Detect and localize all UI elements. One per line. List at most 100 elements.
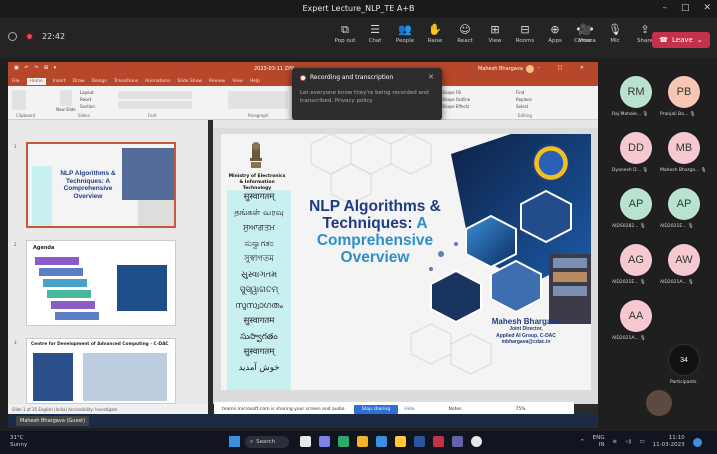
teams-app-icon[interactable] (452, 436, 463, 447)
participants-count[interactable]: 34 (668, 344, 700, 376)
notes-button[interactable]: Notes (448, 407, 461, 412)
tab-review[interactable]: Review (209, 79, 225, 84)
store-icon[interactable] (376, 436, 387, 447)
av-camera-button[interactable]: 🎥 Camera (570, 22, 600, 44)
stop-sharing-button[interactable]: Stop sharing (353, 404, 399, 414)
input-language[interactable]: ENG IN (593, 435, 605, 449)
participant-avatar[interactable]: DD (620, 132, 652, 164)
teams-icon[interactable] (319, 436, 330, 447)
participants-label: Participants (670, 380, 697, 385)
participant-avatar[interactable]: AG (620, 244, 652, 276)
close-button[interactable]: ✕ (703, 3, 711, 13)
shared-screen: ▣ ↶ ↷ ⊞ ▾ 2023-03-11 ZPP Mahesh Bhargava… (8, 62, 598, 428)
shape-outline-button[interactable]: Shape Outline (442, 97, 470, 102)
tab-file[interactable]: File (12, 79, 20, 84)
wifi-icon[interactable]: ≋ (612, 439, 617, 445)
toolbar-people-button[interactable]: 👥 People (390, 22, 420, 44)
toolbar-react-button[interactable]: ☺ React (450, 22, 480, 44)
shape-fill-button[interactable]: Shape Fill (442, 90, 461, 95)
leave-button[interactable]: ☎ Leave ⌄ (652, 32, 710, 48)
participant-avatar[interactable]: AP (668, 188, 700, 220)
select-button[interactable]: Select (516, 104, 528, 109)
tab-view[interactable]: View (232, 79, 243, 84)
participant-name: AID2021E... 🎙 (660, 224, 694, 229)
layout-button[interactable]: Layout (80, 90, 94, 95)
participant-avatar[interactable]: AA (620, 300, 652, 332)
maximize-button[interactable]: □ (681, 3, 690, 13)
edge-icon[interactable] (338, 436, 349, 447)
weather-widget[interactable]: 31°C Sunny (10, 435, 27, 449)
search-icon: ⌕ (250, 438, 254, 445)
tab-animations[interactable]: Animations (145, 79, 170, 84)
quick-access-icons[interactable]: ▣ ↶ ↷ ⊞ ▾ (14, 65, 58, 71)
slide-thumbnail-1[interactable]: NLP Algorithms & Techniques: A Comprehen… (26, 142, 176, 228)
participant-avatar[interactable]: RM (620, 76, 652, 108)
new-slide-icon[interactable] (60, 90, 72, 106)
file-explorer-icon[interactable] (357, 436, 368, 447)
toolbar-rooms-button[interactable]: ⊟ Rooms (510, 22, 540, 44)
tab-home[interactable]: Home (26, 77, 46, 85)
tab-design[interactable]: Design (92, 79, 108, 84)
tool-label: Apps (548, 38, 562, 44)
tab-transitions[interactable]: Transitions (114, 79, 138, 84)
font-format-buttons[interactable] (118, 101, 192, 109)
title-line-2a: Techniques: (322, 215, 417, 232)
start-icon[interactable] (229, 436, 240, 447)
reset-button[interactable]: Reset (80, 97, 91, 102)
notification-icon[interactable] (692, 437, 702, 447)
meeting-info-icon[interactable] (8, 32, 17, 41)
tool-label: Pop out (334, 38, 356, 44)
share-message: teams.microsoft.com is sharing your scre… (222, 406, 346, 412)
recording-icon[interactable] (25, 32, 34, 41)
toolbar-view-button[interactable]: ⊞ View (480, 22, 510, 44)
toolbar-raise-hand-button[interactable]: ✋ Raise (420, 22, 450, 44)
slide-1[interactable]: Ministry of Electronics & Information Te… (221, 134, 591, 390)
battery-icon[interactable]: ▭ (639, 439, 644, 445)
shared-taskbar (8, 414, 598, 428)
minimize-button[interactable]: – (662, 3, 667, 13)
participant-avatar[interactable]: AW (668, 244, 700, 276)
toolbar-popout-button[interactable]: ⧉ Pop out (330, 22, 360, 44)
participant-avatar[interactable]: PB (668, 76, 700, 108)
chevron-down-icon[interactable]: ⌄ (697, 36, 703, 44)
find-button[interactable]: Find (516, 90, 524, 95)
self-video-avatar[interactable] (646, 390, 672, 416)
welcome-word: ਸੁਆਗਤਮ (243, 223, 275, 233)
slide-thumbnail-2[interactable]: Agenda (26, 240, 176, 326)
toolbar-apps-button[interactable]: ⊕ Apps (540, 22, 570, 44)
powerpoint-icon[interactable] (433, 436, 444, 447)
font-selector[interactable] (118, 91, 192, 99)
shape-effects-button[interactable]: Shape Effects (442, 104, 469, 109)
tab-insert[interactable]: Insert (53, 79, 66, 84)
tab-draw[interactable]: Draw (73, 79, 85, 84)
close-icon[interactable]: ✕ (428, 73, 434, 81)
hide-button[interactable]: Hide (404, 407, 414, 412)
powerpoint-window-controls[interactable]: – □ ✕ (537, 65, 592, 71)
word-icon[interactable] (414, 436, 425, 447)
presenter-block: Mahesh Bhargava Joint Director, Applied … (471, 317, 581, 346)
toolbar-chat-button[interactable]: ☰ Chat (360, 22, 390, 44)
powerpoint-user[interactable]: Mahesh Bhargava (478, 65, 534, 73)
taskbar-clock[interactable]: 11:10 11-03-2023 (653, 435, 685, 449)
chrome-icon[interactable] (471, 436, 482, 447)
replace-button[interactable]: Replace (516, 97, 532, 102)
volume-icon[interactable]: ◁) (625, 439, 631, 445)
zoom-level[interactable]: 75% (515, 407, 525, 412)
section-button[interactable]: Section (80, 104, 95, 109)
lang-code: ENG (592, 435, 605, 441)
participant-avatar[interactable]: MB (668, 132, 700, 164)
paragraph-controls[interactable] (228, 91, 288, 109)
tray-overflow-icon[interactable]: ^ (580, 439, 585, 445)
window-title: Expert Lecture_NLP_TE A+B (302, 4, 415, 13)
participants-panel: 34 Participants RM Raj Mahale... 🎙 PB Pranj… (604, 62, 717, 430)
participant-avatar[interactable]: AP (620, 188, 652, 220)
paste-icon[interactable] (12, 90, 26, 110)
sticky-icon[interactable] (395, 436, 406, 447)
national-emblem-icon (250, 142, 262, 168)
tab-slide-show[interactable]: Slide Show (177, 79, 202, 84)
slide-thumbnail-3[interactable]: Centre for Development of Advanced Compu… (26, 338, 176, 404)
taskbar-search[interactable]: ⌕ Search (245, 436, 289, 448)
tab-help[interactable]: Help (250, 79, 260, 84)
task-view-icon[interactable] (300, 436, 311, 447)
av-mic-button[interactable]: 🎙 Mic (600, 22, 630, 44)
